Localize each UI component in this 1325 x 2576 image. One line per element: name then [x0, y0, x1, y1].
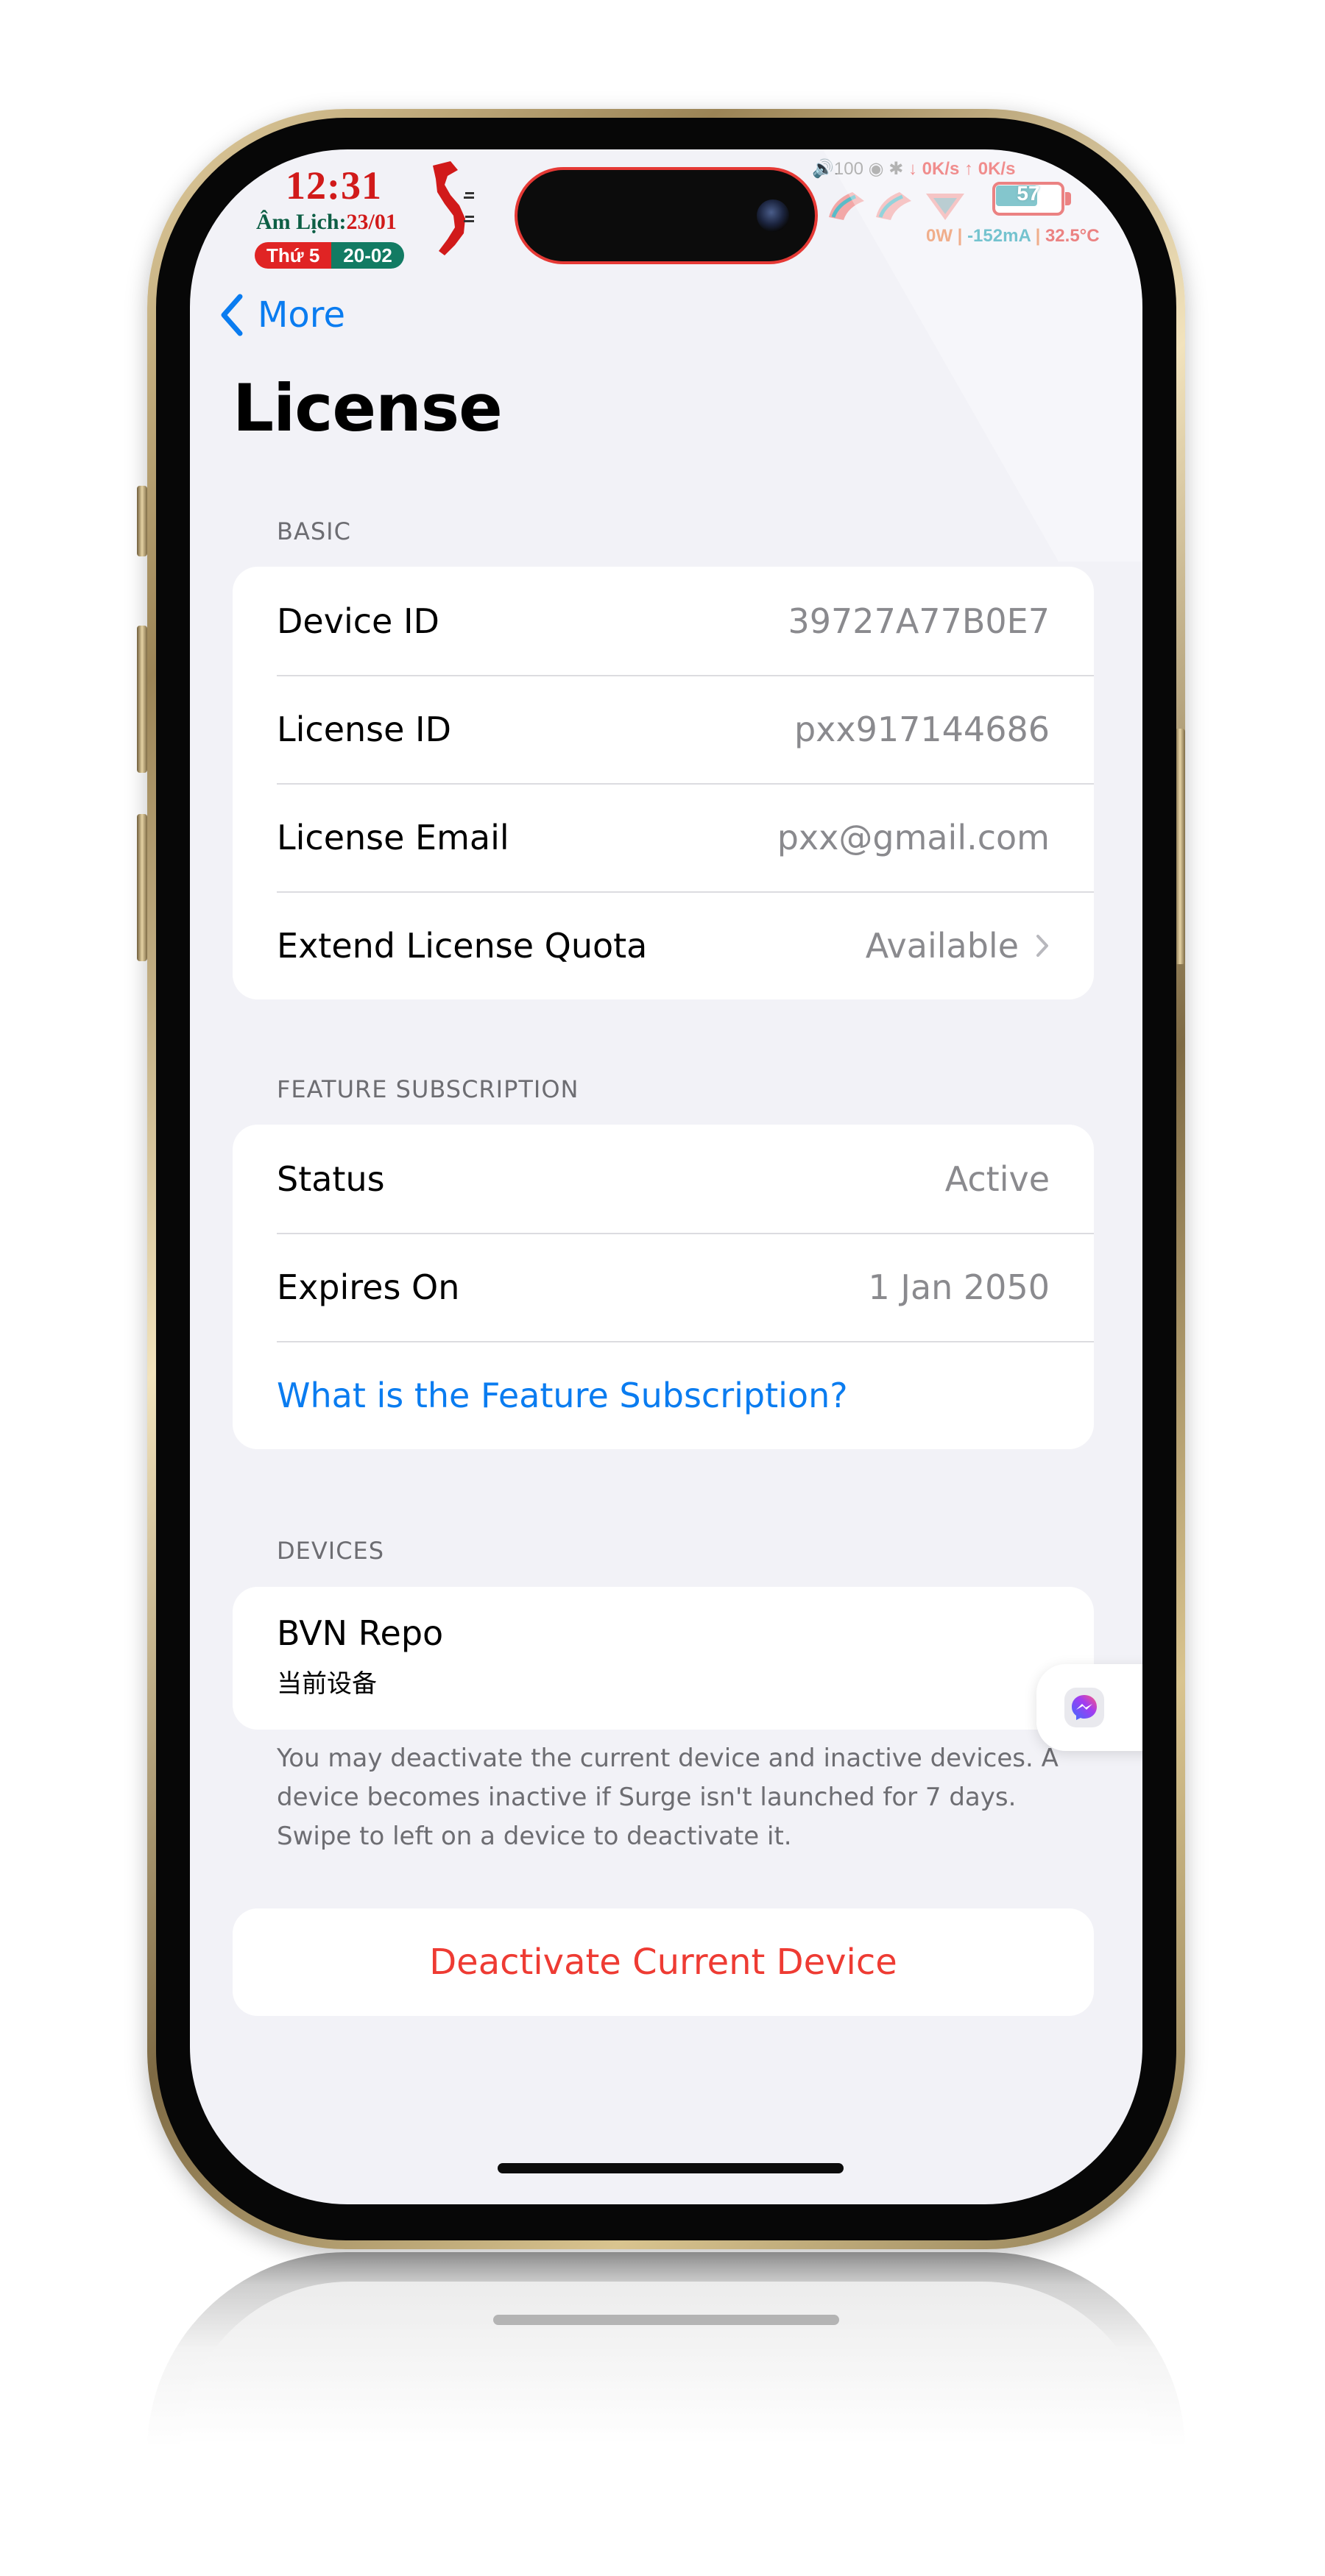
- clock-time: 12:31: [286, 163, 382, 208]
- lunar-prefix: Âm Lịch:: [256, 210, 347, 234]
- row-license-id[interactable]: License ID pxx917144686: [233, 675, 1094, 783]
- devices-footnote: You may deactivate the current device an…: [277, 1744, 1059, 1851]
- row-label: Status: [277, 1158, 385, 1199]
- section-header-feature-subscription: FEATURE SUBSCRIPTION: [277, 1075, 579, 1103]
- deactivate-current-device-button[interactable]: Deactivate Current Device: [233, 1908, 1094, 2016]
- volume-down-button: [137, 814, 147, 961]
- device-item[interactable]: BVN Repo 当前设备: [233, 1587, 1094, 1730]
- dynamic-island: [517, 170, 815, 261]
- camera-icon: [757, 199, 789, 232]
- battery-tip: [1065, 192, 1071, 205]
- row-label: Expires On: [277, 1267, 460, 1307]
- row-label: Device ID: [277, 601, 439, 641]
- device-subtitle: 当前设备: [277, 1669, 377, 1699]
- row-expires-on[interactable]: Expires On 1 Jan 2050: [233, 1233, 1094, 1341]
- row-value: Available: [865, 925, 1019, 966]
- feature-subscription-card: Status Active Expires On 1 Jan 2050 What…: [233, 1125, 1094, 1449]
- phone-screen: 12:31 Âm Lịch:23/01 Thứ 5 20-02 🔊100 ◉ ✱…: [190, 149, 1142, 2204]
- chevron-left-icon: [221, 294, 243, 336]
- power-reading: 0W: [926, 226, 953, 246]
- row-license-email[interactable]: License Email pxx@gmail.com: [233, 783, 1094, 891]
- row-value: 39727A77B0E7: [788, 601, 1050, 641]
- volume-up-button: [137, 626, 147, 773]
- messenger-icon: [1064, 1688, 1104, 1727]
- lunar-date: Âm Lịch:23/01: [256, 210, 397, 235]
- chevron-right-icon: [1036, 934, 1048, 957]
- phone-reflection: [147, 2252, 1185, 2576]
- section-header-devices: DEVICES: [277, 1537, 385, 1565]
- battery-level: 57: [1017, 182, 1040, 205]
- back-button[interactable]: More: [219, 289, 345, 341]
- row-status[interactable]: Status Active: [233, 1125, 1094, 1233]
- row-value: 1 Jan 2050: [868, 1267, 1050, 1307]
- date-pill: Thứ 5 20-02: [255, 242, 404, 269]
- volume-indicator: 🔊100: [812, 159, 863, 179]
- status-top-row: 🔊100 ◉ ✱ ↓ 0K/s ↑ 0K/s: [812, 158, 1015, 180]
- row-label: License Email: [277, 817, 509, 857]
- power-button: [1175, 729, 1185, 964]
- devices-card: BVN Repo 当前设备: [233, 1587, 1094, 1730]
- row-label: Extend License Quota: [277, 925, 648, 966]
- temperature-reading: 32.5°C: [1045, 226, 1100, 246]
- basic-card: Device ID 39727A77B0E7 License ID pxx917…: [233, 567, 1094, 999]
- download-speed: ↓ 0K/s: [908, 159, 960, 179]
- feature-subscription-info-link[interactable]: What is the Feature Subscription?: [233, 1341, 1094, 1449]
- lunar-date-value: 23/01: [346, 210, 397, 234]
- page-title: License: [233, 370, 503, 446]
- row-device-id[interactable]: Device ID 39727A77B0E7: [233, 567, 1094, 675]
- upload-speed: ↑ 0K/s: [964, 159, 1016, 179]
- deactivate-label: Deactivate Current Device: [429, 1942, 897, 1983]
- row-label: License ID: [277, 709, 452, 749]
- weekday: Thứ 5: [255, 242, 332, 269]
- vietnam-map-icon: [433, 161, 474, 255]
- device-name: BVN Repo: [277, 1613, 444, 1653]
- floating-messenger-button[interactable]: [1036, 1664, 1142, 1751]
- separator: |: [957, 226, 963, 246]
- link-label: What is the Feature Subscription?: [277, 1375, 848, 1415]
- action-button: [137, 486, 147, 556]
- lunar-calendar-widget: 12:31 Âm Lịch:23/01 Thứ 5 20-02: [249, 161, 433, 272]
- status-bottom-row: 0W | -152mA | 32.5°C: [926, 226, 1100, 247]
- battery-icon: 57: [992, 182, 1073, 219]
- separator: |: [1035, 226, 1041, 246]
- row-value: Active: [944, 1158, 1050, 1199]
- row-value: pxx917144686: [794, 709, 1050, 749]
- network-signal-icons: [829, 192, 964, 220]
- back-label: More: [258, 294, 345, 336]
- row-extend-license-quota[interactable]: Extend License Quota Available: [233, 891, 1094, 999]
- reflection-home-indicator: [493, 2315, 839, 2325]
- current-reading: -152mA: [967, 226, 1031, 246]
- row-value: pxx@gmail.com: [777, 817, 1050, 857]
- section-header-basic: BASIC: [277, 517, 351, 545]
- solar-date: 20-02: [331, 242, 404, 269]
- home-indicator[interactable]: [498, 2163, 844, 2173]
- bluetooth-icon: ◉ ✱: [868, 159, 908, 179]
